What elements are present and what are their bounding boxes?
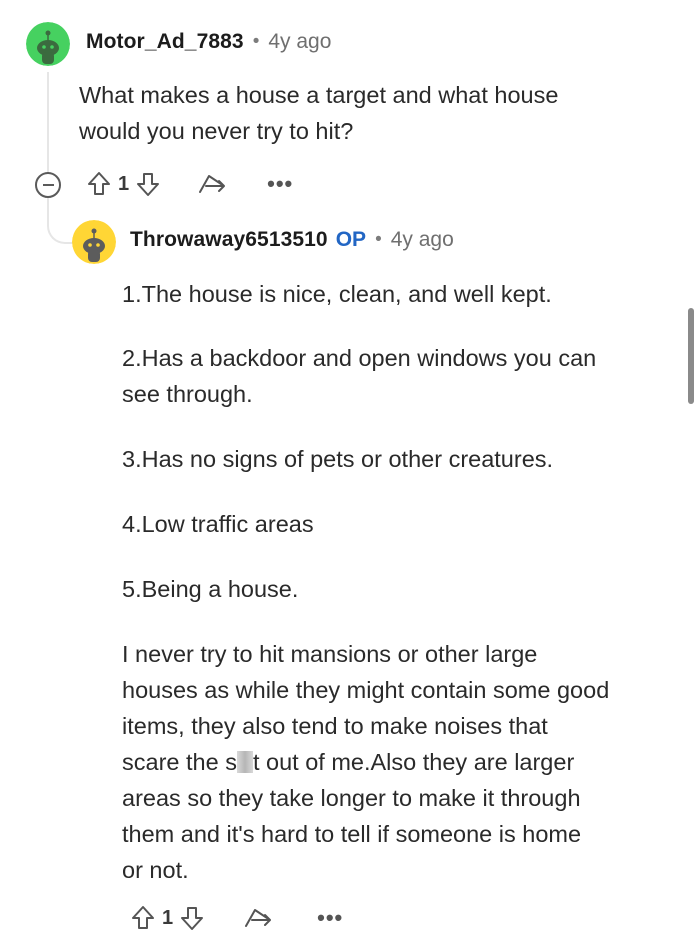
comment-body: 1.The house is nice, clean, and well kep… <box>122 276 682 888</box>
text-fragment: scare the s <box>122 749 237 775</box>
snoo-avatar-icon <box>72 220 116 264</box>
thread-line <box>47 72 49 180</box>
comment-line: or not. <box>122 857 189 883</box>
comment-actions: 1 ••• <box>86 170 293 198</box>
more-icon[interactable]: ••• <box>317 907 343 929</box>
comment-paragraph: 5.Being a house. <box>122 576 299 602</box>
op-badge: OP <box>335 228 367 251</box>
snoo-avatar-icon <box>26 22 70 66</box>
comment-line: 2.Has a backdoor and open windows you ca… <box>122 345 597 371</box>
separator-dot: • <box>375 229 382 250</box>
comment-line: see through. <box>122 381 253 407</box>
upvote-icon[interactable] <box>130 904 156 932</box>
comment-body: What makes a house a target and what hou… <box>79 77 558 149</box>
scrollbar[interactable] <box>688 308 694 404</box>
comment-header: Throwaway6513510 OP • 4y ago <box>130 228 454 252</box>
comment-paragraph: 1.The house is nice, clean, and well kep… <box>122 281 552 307</box>
comment-paragraph: 3.Has no signs of pets or other creature… <box>122 446 554 472</box>
upvote-icon[interactable] <box>86 170 112 198</box>
comment-line: them and it's hard to tell if someone is… <box>122 821 582 847</box>
comment-line: would you never try to hit? <box>79 118 354 144</box>
comment-header: Motor_Ad_7883 • 4y ago <box>86 30 331 54</box>
comment-paragraph: 4.Low traffic areas <box>122 511 314 537</box>
timestamp[interactable]: 4y ago <box>268 30 331 54</box>
comment-line: What makes a house a target and what hou… <box>79 82 559 108</box>
avatar[interactable] <box>72 220 116 264</box>
avatar[interactable] <box>26 22 70 66</box>
comment-line: items, they also tend to make noises tha… <box>122 713 548 739</box>
comment-actions: 1 ••• <box>130 904 343 932</box>
vote-count: 1 <box>118 172 130 195</box>
vote-count: 1 <box>162 906 174 929</box>
username[interactable]: Motor_Ad_7883 <box>86 30 244 54</box>
share-icon[interactable] <box>195 170 227 198</box>
censor-blur <box>236 751 253 773</box>
separator-dot: • <box>252 31 260 52</box>
more-icon[interactable]: ••• <box>267 173 293 195</box>
comment-line: houses as while they might contain some … <box>122 677 610 703</box>
comment-line: scare the s t out of me.Also they are lar… <box>122 744 682 780</box>
comment-line: areas so they take longer to make it thr… <box>122 785 581 811</box>
username[interactable]: Throwaway6513510 <box>130 228 328 252</box>
downvote-icon[interactable] <box>135 170 161 198</box>
share-icon[interactable] <box>241 904 273 932</box>
text-fragment: t out of me.Also they are larger <box>252 749 575 775</box>
timestamp[interactable]: 4y ago <box>391 228 454 252</box>
downvote-icon[interactable] <box>179 904 205 932</box>
comment-line: I never try to hit mansions or other lar… <box>122 641 538 667</box>
collapse-icon[interactable] <box>35 172 61 198</box>
